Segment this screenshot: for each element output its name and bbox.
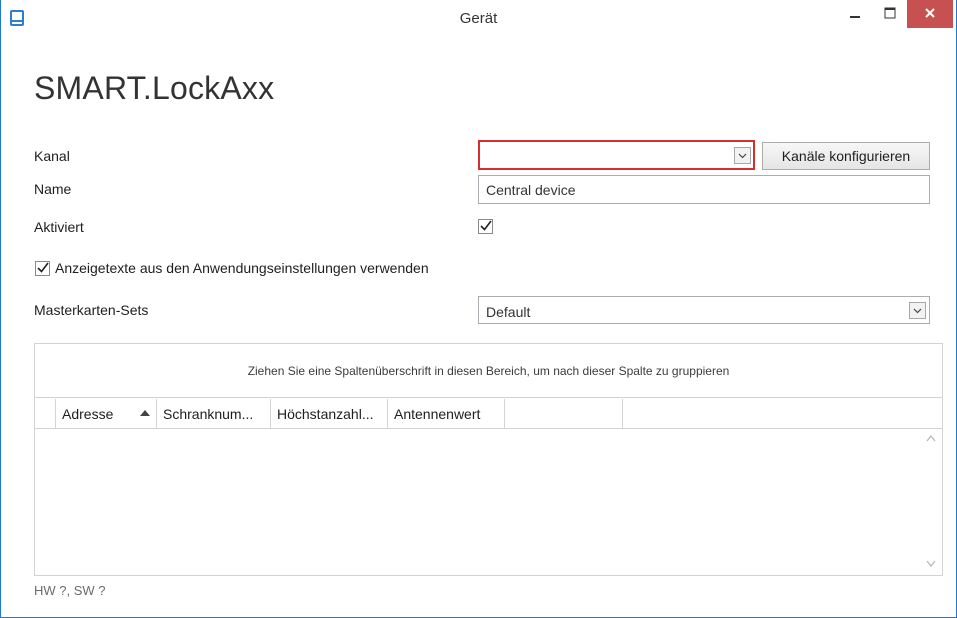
window-title: Gerät	[459, 10, 498, 27]
use-app-texts-label[interactable]: Anzeigetexte aus den Anwendungseinstellu…	[55, 260, 429, 276]
maximize-button[interactable]	[873, 0, 907, 28]
sort-ascending-icon	[140, 410, 150, 416]
column-header-label: Antennenwert	[394, 405, 481, 422]
page-title: SMART.LockAxx	[34, 70, 275, 106]
column-header-label: Adresse	[62, 405, 114, 422]
masterkarten-combobox[interactable]: Default	[478, 296, 930, 324]
data-grid: Ziehen Sie eine Spaltenüberschrift in di…	[34, 343, 943, 576]
checkmark-icon	[36, 261, 49, 276]
kanal-combobox[interactable]	[478, 140, 755, 170]
checkmark-icon	[479, 219, 492, 234]
title-bar[interactable]: Gerät	[1, 0, 956, 38]
minimize-icon	[849, 7, 861, 22]
close-icon	[924, 7, 936, 22]
row-indicator-header	[35, 399, 56, 428]
column-header-antennenwert[interactable]: Antennenwert	[388, 399, 505, 428]
column-header-adresse[interactable]: Adresse	[56, 399, 157, 428]
aktiviert-label: Aktiviert	[34, 219, 84, 235]
version-info: HW ?, SW ?	[34, 583, 106, 598]
name-value: Central device	[486, 182, 576, 198]
vertical-scrollbar[interactable]	[920, 430, 942, 575]
scroll-up-icon[interactable]	[926, 433, 936, 445]
name-label: Name	[34, 181, 72, 197]
use-app-texts-checkbox[interactable]	[35, 261, 50, 276]
masterkarten-label: Masterkarten-Sets	[34, 302, 149, 318]
minimize-button[interactable]	[838, 0, 872, 28]
aktiviert-checkbox[interactable]	[478, 219, 493, 234]
column-header-label: Höchstanzahl...	[277, 405, 374, 422]
name-field[interactable]: Central device	[478, 175, 930, 204]
kanal-label: Kanal	[34, 148, 70, 164]
grid-header-row: Adresse Schranknum... Höchstanzahl... An…	[35, 399, 942, 429]
device-window: Gerät SMART.LockAxx Kanal Kanäle konfigu…	[0, 0, 957, 618]
group-panel[interactable]: Ziehen Sie eine Spaltenüberschrift in di…	[35, 344, 942, 398]
maximize-icon	[884, 7, 896, 22]
column-header-label: Schranknum...	[163, 405, 254, 422]
scroll-down-icon[interactable]	[926, 558, 936, 570]
column-header-hoechstanzahl[interactable]: Höchstanzahl...	[271, 399, 388, 428]
chevron-down-icon[interactable]	[909, 302, 926, 319]
column-header-empty	[505, 399, 623, 428]
masterkarten-value: Default	[486, 304, 531, 320]
close-button[interactable]	[907, 0, 953, 28]
chevron-down-icon[interactable]	[734, 147, 751, 164]
column-header-schranknummer[interactable]: Schranknum...	[157, 399, 271, 428]
configure-channels-button[interactable]: Kanäle konfigurieren	[762, 142, 930, 170]
